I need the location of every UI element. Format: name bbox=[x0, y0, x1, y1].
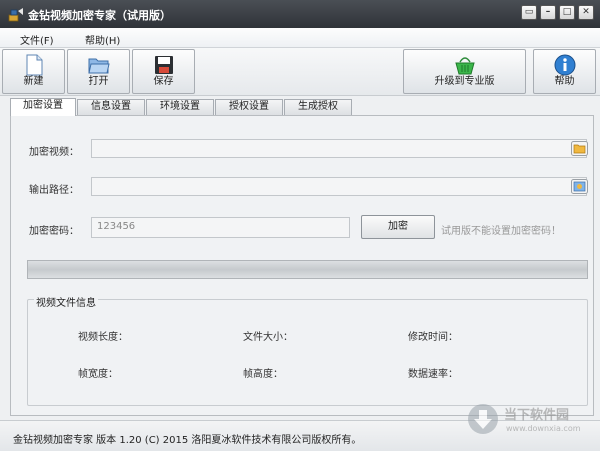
toolbar: 新建 打开 保存 升级到专业版 帮助 bbox=[0, 48, 600, 96]
password-label: 加密密码： bbox=[29, 226, 79, 237]
tab-generate-license[interactable]: 生成授权 bbox=[284, 99, 352, 115]
menu-bar: 文件(F) 帮助(H) bbox=[0, 28, 600, 48]
browse-output-icon[interactable] bbox=[571, 179, 588, 194]
video-label: 加密视频： bbox=[29, 147, 79, 158]
title-bar: 金钻视频加密专家（试用版） ▭ – □ ✕ bbox=[0, 0, 600, 28]
video-info-group: 视频文件信息 视频长度： 文件大小： 修改时间： 帧宽度： 帧高度： 数据速率： bbox=[27, 294, 588, 406]
file-size-label: 文件大小： bbox=[243, 332, 293, 343]
browse-video-icon[interactable] bbox=[571, 141, 588, 156]
app-icon bbox=[8, 8, 23, 22]
save-button-label: 保存 bbox=[153, 76, 174, 87]
trial-note: 试用版不能设置加密密码！ bbox=[441, 226, 561, 237]
output-path-field[interactable] bbox=[91, 177, 587, 196]
window-controls: ▭ – □ ✕ bbox=[521, 5, 594, 20]
menu-file[interactable]: 文件(F) bbox=[20, 32, 54, 47]
open-button-label: 打开 bbox=[88, 76, 109, 87]
data-rate-label: 数据速率： bbox=[408, 369, 458, 380]
password-field[interactable]: 123456 bbox=[91, 217, 350, 238]
minimize-button[interactable]: – bbox=[540, 5, 556, 20]
close-button[interactable]: ✕ bbox=[578, 5, 594, 20]
video-length-label: 视频长度： bbox=[78, 332, 128, 343]
save-button[interactable]: 保存 bbox=[132, 49, 195, 94]
tab-encrypt-settings[interactable]: 加密设置 bbox=[10, 98, 76, 116]
encrypt-settings-panel: 加密视频： 输出路径： 加密密码： 123456 加密 试用版不能设置加密密码！… bbox=[10, 115, 594, 416]
upgrade-button-label: 升级到专业版 bbox=[434, 76, 495, 87]
watermark-url: www.downxia.com bbox=[506, 424, 581, 433]
encrypt-button[interactable]: 加密 bbox=[361, 215, 435, 239]
video-path-field[interactable] bbox=[91, 139, 587, 158]
output-path-label: 输出路径： bbox=[29, 185, 79, 196]
new-button[interactable]: 新建 bbox=[2, 49, 65, 94]
download-arrow-icon bbox=[468, 404, 498, 434]
compact-mode-button[interactable]: ▭ bbox=[521, 5, 537, 20]
encrypt-progress-bar bbox=[27, 260, 588, 279]
copyright-text: 金钻视频加密专家 版本 1.20 (C) 2015 洛阳夏冰软件技术有限公司版权… bbox=[13, 435, 362, 446]
menu-help[interactable]: 帮助(H) bbox=[85, 32, 120, 47]
tab-info-settings[interactable]: 信息设置 bbox=[77, 99, 145, 115]
open-button[interactable]: 打开 bbox=[67, 49, 130, 94]
tab-license-settings[interactable]: 授权设置 bbox=[215, 99, 283, 115]
new-button-label: 新建 bbox=[23, 76, 44, 87]
help-button-label: 帮助 bbox=[554, 76, 575, 87]
modified-time-label: 修改时间： bbox=[408, 332, 458, 343]
tab-environment-settings[interactable]: 环境设置 bbox=[146, 99, 214, 115]
frame-width-label: 帧宽度： bbox=[78, 369, 118, 380]
maximize-button[interactable]: □ bbox=[559, 5, 575, 20]
site-watermark: 当下软件园 www.downxia.com bbox=[466, 394, 596, 444]
help-button[interactable]: 帮助 bbox=[533, 49, 596, 94]
window-title: 金钻视频加密专家（试用版） bbox=[28, 9, 171, 22]
frame-height-label: 帧高度： bbox=[243, 369, 283, 380]
upgrade-button[interactable]: 升级到专业版 bbox=[403, 49, 526, 94]
video-info-title: 视频文件信息 bbox=[34, 294, 98, 309]
watermark-name: 当下软件园 bbox=[504, 408, 570, 423]
